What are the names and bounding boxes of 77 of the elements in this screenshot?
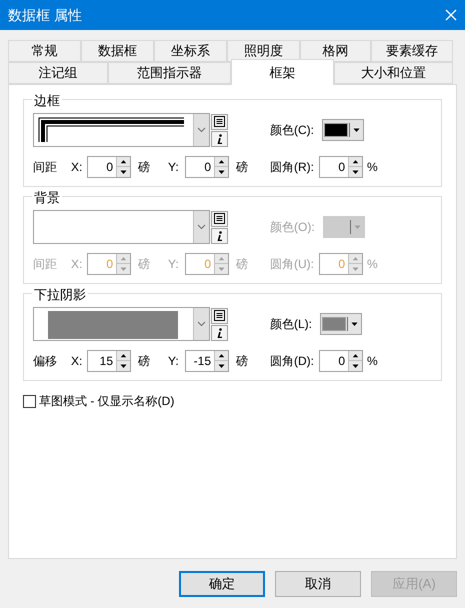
spinner-value: 0 — [105, 256, 114, 273]
list-icon — [214, 116, 225, 127]
close-icon[interactable] — [445, 9, 457, 21]
color-picker[interactable] — [320, 313, 362, 335]
properties-button[interactable] — [211, 228, 228, 244]
chevron-down-icon — [197, 321, 206, 327]
color-label: 颜色(O): — [270, 219, 315, 236]
number-spinner[interactable]: 15 — [87, 350, 131, 372]
symbol-list-button[interactable] — [211, 308, 228, 324]
properties-button[interactable] — [211, 324, 228, 340]
spinner-value: 0 — [203, 256, 212, 273]
corner-label: 圆角(R): — [270, 159, 315, 176]
color-label: 颜色(C): — [270, 122, 314, 139]
chevron-down-icon — [197, 127, 206, 133]
spinner-value: 0 — [337, 159, 346, 176]
row-label: 偏移 — [33, 353, 58, 370]
x-label: X: — [71, 159, 84, 176]
x-label: X: — [71, 353, 84, 370]
x-label: X: — [71, 256, 84, 273]
unit-label: 磅 — [138, 353, 151, 370]
unit-label: 磅 — [236, 256, 249, 273]
tab[interactable]: 格网 — [300, 40, 371, 62]
dialog-button[interactable]: 确定 — [179, 571, 265, 597]
corner-label: 圆角(D): — [270, 353, 315, 370]
percent-label: % — [367, 353, 378, 370]
spinner-value: 0 — [337, 353, 346, 370]
color-picker[interactable] — [322, 216, 365, 238]
tab[interactable]: 大小和位置 — [334, 62, 453, 84]
symbol-list-button[interactable] — [211, 210, 228, 226]
tab[interactable]: 坐标系 — [154, 40, 227, 62]
spinner-value: -15 — [192, 353, 212, 370]
symbol-list-button[interactable] — [211, 114, 228, 130]
row-label: 间距 — [33, 159, 58, 176]
info-icon — [216, 230, 224, 240]
corner-label: 圆角(U): — [270, 256, 315, 273]
draft-mode-checkbox[interactable]: 草图模式 - 仅显示名称(D) — [23, 392, 456, 410]
window-title: 数据框 属性 — [8, 6, 83, 24]
dialog-button[interactable]: 取消 — [275, 571, 361, 597]
number-spinner[interactable]: 0 — [319, 350, 363, 372]
tab[interactable]: 数据框 — [81, 40, 154, 62]
unit-label: 磅 — [138, 256, 151, 273]
list-icon — [214, 213, 225, 224]
color-picker[interactable] — [322, 119, 364, 141]
checkbox[interactable] — [23, 394, 36, 408]
unit-label: 磅 — [236, 159, 249, 176]
number-spinner[interactable]: 0 — [87, 156, 131, 178]
y-label: Y: — [168, 353, 180, 370]
tab[interactable]: 常规 — [8, 40, 81, 62]
percent-label: % — [367, 159, 378, 176]
info-icon — [216, 328, 224, 338]
checkbox-label: 草图模式 - 仅显示名称(D) — [39, 393, 174, 410]
spinner-value: 15 — [98, 353, 114, 370]
info-icon — [216, 134, 224, 144]
unit-label: 磅 — [236, 353, 249, 370]
caret-icon — [352, 128, 361, 132]
caret-icon — [350, 322, 359, 326]
y-label: Y: — [168, 159, 180, 176]
tab[interactable]: 要素缓存 — [371, 40, 453, 62]
row-label: 间距 — [33, 256, 58, 273]
spinner-value: 0 — [105, 159, 114, 176]
number-spinner[interactable]: 0 — [185, 156, 229, 178]
number-spinner[interactable]: -15 — [185, 350, 229, 372]
spinner-value: 0 — [203, 159, 212, 176]
style-dropdown[interactable] — [33, 113, 210, 147]
chevron-down-icon — [197, 224, 206, 230]
properties-button[interactable] — [211, 130, 228, 146]
percent-label: % — [367, 256, 378, 273]
tab[interactable]: 注记组 — [8, 62, 108, 84]
number-spinner[interactable]: 0 — [319, 156, 363, 178]
list-icon — [214, 310, 225, 321]
tab[interactable]: 范围指示器 — [108, 62, 231, 84]
y-label: Y: — [168, 256, 180, 273]
unit-label: 磅 — [138, 159, 151, 176]
tab[interactable]: 框架 — [231, 59, 334, 85]
caret-icon — [352, 224, 362, 230]
spinner-value: 0 — [337, 256, 346, 273]
color-label: 颜色(L): — [270, 316, 312, 333]
